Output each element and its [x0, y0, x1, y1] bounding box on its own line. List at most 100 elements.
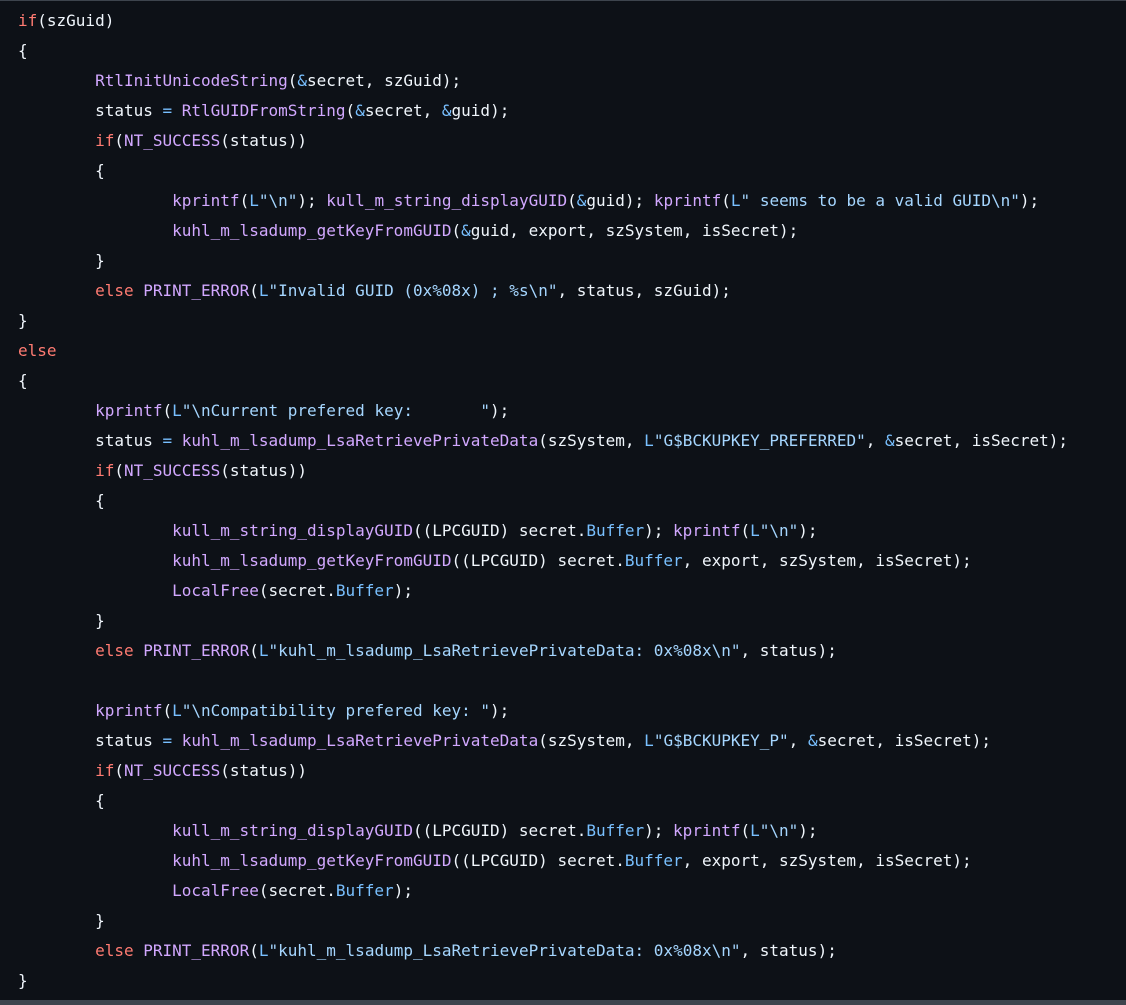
code-token-fn: PRINT_ERROR	[143, 281, 250, 300]
code-line: kprintf(L"\nCompatibility prefered key: …	[18, 696, 1126, 726]
code-token-plain: (szSystem,	[538, 431, 645, 450]
code-token-plain: );	[1019, 191, 1040, 210]
code-token-plain: );	[490, 701, 510, 720]
code-token-plain: (szSystem,	[538, 731, 645, 750]
code-line: status = kuhl_m_lsadump_LsaRetrievePriva…	[18, 426, 1126, 456]
code-token-str: "\n"	[759, 521, 799, 540]
code-token-fn: kuhl_m_lsadump_LsaRetrievePrivateData	[181, 431, 539, 450]
code-token-const: L	[750, 821, 760, 840]
code-token-plain: ((LPCGUID) secret.	[412, 821, 587, 840]
code-token-str: "\nCurrent prefered key: "	[181, 401, 491, 420]
code-token-plain: }	[18, 911, 105, 930]
code-token-fn: kprintf	[95, 401, 163, 420]
code-line: kuhl_m_lsadump_getKeyFromGUID((LPCGUID) …	[18, 546, 1126, 576]
code-line: {	[18, 36, 1126, 66]
code-token-plain: (secret.	[258, 881, 336, 900]
horizontal-scrollbar[interactable]	[0, 1000, 1126, 1005]
code-token-plain: ,	[788, 731, 808, 750]
code-line: kprintf(L"\n"); kull_m_string_displayGUI…	[18, 186, 1126, 216]
code-token-kw: if	[95, 131, 115, 150]
code-token-plain: );	[490, 401, 510, 420]
code-token-plain: (	[451, 221, 462, 240]
code-token-kw: else	[18, 341, 57, 360]
code-token-plain: , export, szSystem, isSecret);	[682, 551, 972, 570]
code-token-const: &	[297, 71, 307, 90]
code-token-plain: }	[18, 971, 28, 990]
code-token-plain: (status))	[220, 131, 307, 150]
code-line: status = RtlGUIDFromString(&secret, &gui…	[18, 96, 1126, 126]
code-token-const: &	[355, 101, 365, 120]
code-token-fn: NT_SUCCESS	[123, 131, 221, 150]
code-token-plain: (	[114, 461, 124, 480]
code-token-plain: (	[345, 101, 356, 120]
code-token-plain: ((LPCGUID) secret.	[412, 521, 587, 540]
code-token-plain: (	[740, 521, 751, 540]
code-token-plain: (	[249, 281, 259, 300]
code-token-plain: (secret.	[258, 581, 336, 600]
code-line: kprintf(L"\nCurrent prefered key: ");	[18, 396, 1126, 426]
code-token-plain: (	[162, 701, 173, 720]
code-token-const: L	[172, 401, 182, 420]
code-token-fn: kprintf	[172, 191, 240, 210]
code-token-str: "\nCompatibility prefered key: "	[181, 701, 491, 720]
code-token-plain: (	[740, 821, 751, 840]
code-token-str: "Invalid GUID (0x%08x) ; %s\n"	[268, 281, 558, 300]
code-line: LocalFree(secret.Buffer);	[18, 576, 1126, 606]
code-token-plain: (status))	[220, 461, 307, 480]
code-token-plain: (	[162, 401, 173, 420]
code-token-plain: {	[18, 161, 105, 180]
code-token-fn: kuhl_m_lsadump_getKeyFromGUID	[172, 551, 452, 570]
code-line: else PRINT_ERROR(L"Invalid GUID (0x%08x)…	[18, 276, 1126, 306]
code-line: }	[18, 906, 1126, 936]
code-token-const: L	[644, 731, 654, 750]
code-token-str: "G$BCKUPKEY_PREFERRED"	[653, 431, 866, 450]
code-token-plain: }	[18, 611, 105, 630]
code-token-plain: status	[18, 101, 163, 120]
code-token-const: L	[730, 191, 741, 210]
code-line: LocalFree(secret.Buffer);	[18, 876, 1126, 906]
code-line: kull_m_string_displayGUID((LPCGUID) secr…	[18, 516, 1126, 546]
code-line: kull_m_string_displayGUID((LPCGUID) secr…	[18, 816, 1126, 846]
code-token-const: Buffer	[335, 881, 394, 900]
code-token-fn: kprintf	[673, 821, 741, 840]
code-token-fn: kuhl_m_lsadump_LsaRetrievePrivateData	[181, 731, 539, 750]
code-token-const: Buffer	[335, 581, 394, 600]
code-line: else PRINT_ERROR(L"kuhl_m_lsadump_LsaRet…	[18, 636, 1126, 666]
code-token-fn: kprintf	[653, 191, 722, 210]
code-token-plain: , export, szSystem, isSecret);	[682, 851, 972, 870]
code-token-plain: , status);	[740, 941, 837, 960]
code-token-plain: guid);	[586, 191, 654, 210]
code-token-plain: status	[18, 431, 163, 450]
code-token-plain: secret, szGuid);	[307, 71, 462, 90]
code-token-fn: PRINT_ERROR	[143, 641, 250, 660]
code-line: if(NT_SUCCESS(status))	[18, 456, 1126, 486]
code-token-fn: RtlGUIDFromString	[181, 101, 346, 120]
code-token-fn: kprintf	[95, 701, 163, 720]
code-line: }	[18, 306, 1126, 336]
code-token-kw: else	[95, 941, 134, 960]
code-token-kw: else	[95, 641, 134, 660]
code-token-plain: ((LPCGUID) secret.	[451, 551, 625, 570]
code-token-plain: {	[18, 491, 105, 510]
code-token-const: Buffer	[624, 851, 683, 870]
code-token-plain: (status))	[220, 761, 307, 780]
code-token-plain: (	[239, 191, 250, 210]
code-token-fn: NT_SUCCESS	[123, 461, 221, 480]
code-token-fn: LocalFree	[172, 581, 259, 600]
code-token-const: Buffer	[586, 521, 645, 540]
code-token-str: "\n"	[759, 821, 799, 840]
code-token-plain: ,	[865, 431, 885, 450]
code-token-plain: );	[644, 821, 674, 840]
code-token-const: L	[172, 701, 182, 720]
code-block[interactable]: if(szGuid){ RtlInitUnicodeString(&secret…	[18, 6, 1126, 996]
